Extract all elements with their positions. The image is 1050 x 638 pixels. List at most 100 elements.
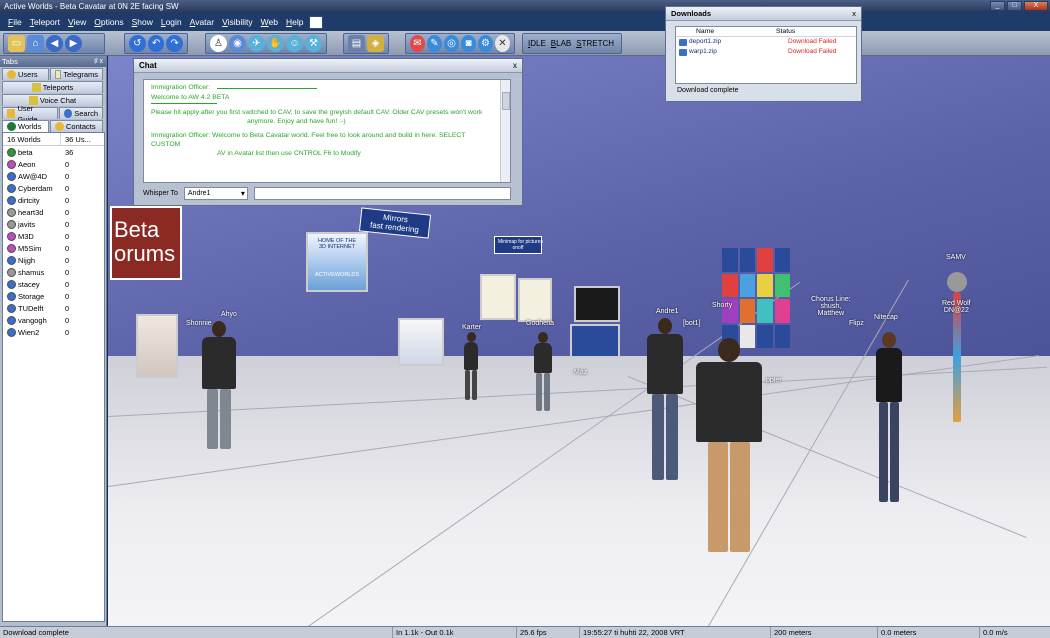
close-circle-icon[interactable]: ✕ bbox=[495, 35, 510, 52]
world-list-item[interactable]: vangogh 0 bbox=[3, 314, 104, 326]
tab-telegrams[interactable]: Telegrams bbox=[50, 68, 103, 80]
picture-panel[interactable] bbox=[136, 314, 178, 378]
world-list-item[interactable]: M5Sim 0 bbox=[3, 242, 104, 254]
activeworlds-billboard[interactable]: HOME OF THE 3D INTERNET ACTIVEWORLDS bbox=[306, 232, 368, 292]
eye-icon[interactable]: ◉ bbox=[229, 35, 246, 52]
chat-log[interactable]: Immigration Officer: Welcome to AW 4.2 B… bbox=[143, 79, 511, 183]
world-list-item[interactable]: M3D 0 bbox=[3, 230, 104, 242]
users-icon[interactable]: ☺ bbox=[286, 35, 303, 52]
print-icon[interactable]: ▤ bbox=[348, 35, 365, 52]
gesture-stretch-button[interactable]: STRETCH bbox=[576, 39, 614, 48]
download-row[interactable]: warp1.zip Download Failed bbox=[676, 47, 856, 57]
world-map-panel[interactable] bbox=[480, 274, 516, 320]
build-icon[interactable]: ⚒ bbox=[305, 35, 322, 52]
avatar-figure[interactable] bbox=[644, 318, 686, 480]
menu-options[interactable]: Options bbox=[94, 17, 123, 27]
avatar-figure[interactable] bbox=[694, 338, 764, 552]
rotate-right-icon[interactable]: ↷ bbox=[166, 35, 184, 52]
world-list-item[interactable]: beta 36 bbox=[3, 146, 104, 158]
gesture-blab-button[interactable]: BLAB bbox=[551, 39, 571, 48]
menu-show[interactable]: Show bbox=[132, 17, 153, 27]
tab-users[interactable]: Users bbox=[2, 68, 49, 80]
picture-panel[interactable] bbox=[398, 318, 444, 366]
menu-file[interactable]: File bbox=[8, 17, 22, 27]
world-list-item[interactable]: Aeon 0 bbox=[3, 158, 104, 170]
avatar-figure[interactable] bbox=[200, 321, 238, 449]
world-list-item[interactable]: dirtcity 0 bbox=[3, 194, 104, 206]
telegram-icon[interactable]: ✎ bbox=[427, 35, 442, 52]
status-column[interactable]: Status bbox=[776, 27, 795, 36]
forums-sign[interactable]: Beta orums bbox=[110, 206, 182, 280]
minimap-sign[interactable]: Minimap for pictures onoff bbox=[494, 236, 543, 254]
menu-web[interactable]: Web bbox=[261, 17, 278, 27]
world-list-item[interactable]: heart3d 0 bbox=[3, 206, 104, 218]
download-row[interactable]: deport1.zip Download Failed bbox=[676, 37, 856, 47]
world-list-item[interactable]: AW@4D 0 bbox=[3, 170, 104, 182]
web-icon[interactable]: ◎ bbox=[444, 35, 459, 52]
world-map-panel[interactable] bbox=[518, 278, 552, 322]
menu-login[interactable]: Login bbox=[161, 17, 182, 27]
world-name: shamus bbox=[18, 267, 45, 277]
beta-panel[interactable] bbox=[570, 324, 620, 358]
minimize-button[interactable]: _ bbox=[990, 1, 1005, 11]
world-list-item[interactable]: Cyberdam 0 bbox=[3, 182, 104, 194]
world-list-item[interactable]: stacey 0 bbox=[3, 278, 104, 290]
world-list-item[interactable]: Wien2 0 bbox=[3, 326, 104, 338]
screenshot-icon[interactable]: ◈ bbox=[367, 35, 384, 52]
fly-icon[interactable]: ✈ bbox=[248, 35, 265, 52]
gesture-icon[interactable]: ✋ bbox=[267, 35, 284, 52]
avatar-figure[interactable] bbox=[462, 332, 480, 400]
panel-pin-close-button[interactable]: ♯ x bbox=[94, 56, 103, 67]
chat-scroll-thumb[interactable] bbox=[502, 92, 510, 110]
status-message: Download complete bbox=[3, 628, 69, 637]
world-name: heart3d bbox=[18, 207, 44, 217]
back-arrow-icon[interactable]: ◀ bbox=[46, 35, 63, 52]
tab-worlds[interactable]: Worlds bbox=[2, 120, 49, 132]
rotate-left-icon[interactable]: ↺ bbox=[129, 35, 146, 52]
menu-teleport[interactable]: Teleport bbox=[30, 17, 60, 27]
whisper-target-select[interactable]: Andre1 bbox=[183, 187, 248, 200]
avatar-figure[interactable] bbox=[872, 332, 906, 502]
avatar-icon[interactable]: ♙ bbox=[210, 35, 227, 52]
camera-icon[interactable]: ◙ bbox=[461, 35, 476, 52]
rotate-back-icon[interactable]: ↶ bbox=[147, 35, 165, 52]
chat-icon[interactable]: ✉ bbox=[410, 35, 425, 52]
color-grid-display[interactable] bbox=[722, 248, 790, 348]
avatar-figure[interactable] bbox=[532, 332, 554, 411]
open-folder-icon[interactable]: ▭ bbox=[8, 35, 25, 52]
forward-arrow-icon[interactable]: ▶ bbox=[65, 35, 82, 52]
close-window-button[interactable]: X bbox=[1024, 1, 1048, 11]
worlds-count-column[interactable]: 16 Worlds bbox=[3, 133, 61, 145]
robot-avatar[interactable] bbox=[946, 272, 968, 422]
users-count-column[interactable]: 36 Us... bbox=[61, 133, 91, 145]
menu-visibility[interactable]: Visibility bbox=[222, 17, 253, 27]
downloads-close-button[interactable]: x bbox=[852, 7, 856, 21]
world-list-item[interactable]: TUDelft 0 bbox=[3, 302, 104, 314]
chat-scrollbar[interactable] bbox=[500, 80, 510, 182]
tab-teleports[interactable]: Teleports bbox=[2, 81, 103, 93]
settings-icon[interactable]: ⚙ bbox=[478, 35, 493, 52]
world-globe-icon bbox=[7, 291, 16, 301]
tab-search[interactable]: Search bbox=[59, 107, 103, 119]
gesture-idle-button[interactable]: IDLE bbox=[528, 39, 546, 48]
avatar-name-label: Shonnie bbox=[186, 320, 212, 327]
menu-view[interactable]: View bbox=[68, 17, 86, 27]
name-column[interactable]: Name bbox=[676, 27, 776, 36]
tools-toolbar-group: ♙ ◉ ✈ ✋ ☺ ⚒ bbox=[205, 33, 327, 54]
chat-close-button[interactable]: x bbox=[513, 59, 517, 73]
home-icon[interactable]: ⌂ bbox=[27, 35, 44, 52]
tab-user-guide[interactable]: User Guide bbox=[2, 104, 58, 124]
menu-avatar[interactable]: Avatar bbox=[190, 17, 214, 27]
menu-help[interactable]: Help bbox=[286, 17, 303, 27]
downloads-window-header[interactable]: Downloads x bbox=[666, 7, 861, 21]
world-list-item[interactable]: shamus 0 bbox=[3, 266, 104, 278]
chat-input[interactable] bbox=[253, 187, 511, 200]
world-map-panel[interactable] bbox=[574, 286, 620, 322]
world-list-item[interactable]: javits 0 bbox=[3, 218, 104, 230]
world-list-item[interactable]: Storage 0 bbox=[3, 290, 104, 302]
aw-logo-icon[interactable] bbox=[309, 15, 324, 29]
tab-contacts[interactable]: Contacts bbox=[50, 120, 103, 132]
chat-window-header[interactable]: Chat x bbox=[134, 59, 522, 73]
world-list-item[interactable]: Nijgh 0 bbox=[3, 254, 104, 266]
maximize-button[interactable]: □ bbox=[1007, 1, 1022, 11]
